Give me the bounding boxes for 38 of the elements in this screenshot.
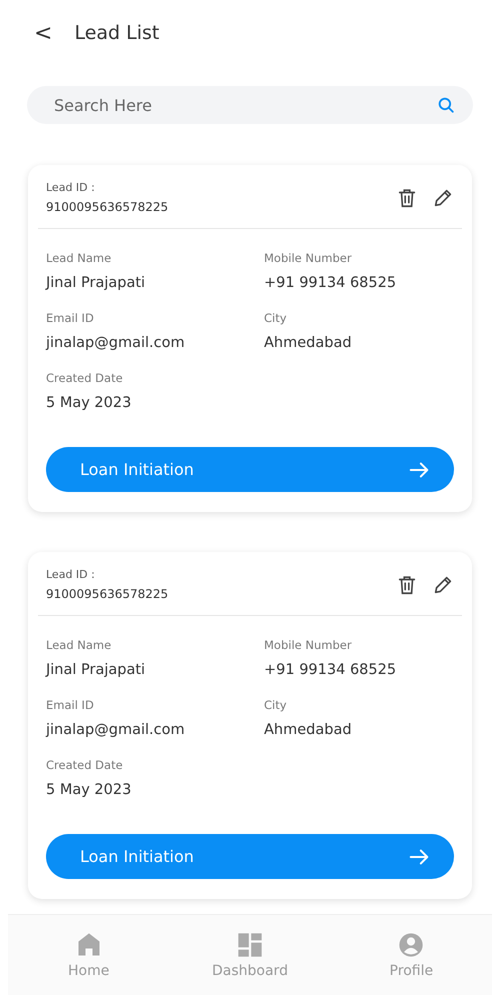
search-icon[interactable]: [437, 96, 455, 114]
field-value: jinalap@gmail.com: [46, 722, 186, 738]
field-value: Jinal Prajapati: [46, 275, 146, 291]
field-value: Ahmedabad: [264, 722, 353, 738]
loan-initiation-button[interactable]: Loan Initiation: [46, 447, 454, 492]
field-value: +91 99134 68525: [264, 662, 398, 678]
dashboard-icon: [236, 931, 264, 959]
field-value: jinalap@gmail.com: [46, 335, 186, 351]
lead-id: 9100095636578225: [46, 200, 168, 214]
loan-initiation-button[interactable]: Loan Initiation: [46, 834, 454, 879]
field-value: 5 May 2023: [46, 395, 132, 411]
field-label: City: [264, 698, 288, 712]
profile-icon: [397, 931, 426, 959]
field-label: City: [264, 311, 288, 325]
field-label: Email ID: [46, 311, 95, 325]
field-label: Created Date: [46, 371, 124, 385]
field-label: Lead Name: [46, 638, 112, 652]
nav-tab[interactable]: Profile: [330, 915, 492, 995]
field-value: +91 99134 68525: [264, 275, 398, 291]
field-label: Email ID: [46, 698, 95, 712]
field-label: Mobile Number: [264, 638, 353, 652]
nav-tab[interactable]: Dashboard: [169, 915, 331, 995]
field-value: Ahmedabad: [264, 335, 353, 351]
field-label: Lead Name: [46, 251, 112, 265]
search-input[interactable]: Search Here: [52, 94, 437, 116]
field-label: Created Date: [46, 758, 124, 772]
delete-button[interactable]: [396, 574, 418, 596]
lead-id-label: Lead ID :: [46, 181, 96, 194]
field-value: Jinal Prajapati: [46, 662, 146, 678]
field-value: 5 May 2023: [46, 782, 132, 798]
nav-tab[interactable]: Home: [8, 915, 170, 995]
page-title: Lead List: [74, 22, 160, 44]
search-bar[interactable]: Search Here: [27, 86, 473, 124]
back-button[interactable]: <: [34, 20, 52, 46]
lead-id-label: Lead ID :: [46, 568, 96, 581]
delete-button[interactable]: [396, 186, 418, 208]
field-label: Mobile Number: [264, 251, 353, 265]
lead-id: 9100095636578225: [46, 587, 168, 601]
